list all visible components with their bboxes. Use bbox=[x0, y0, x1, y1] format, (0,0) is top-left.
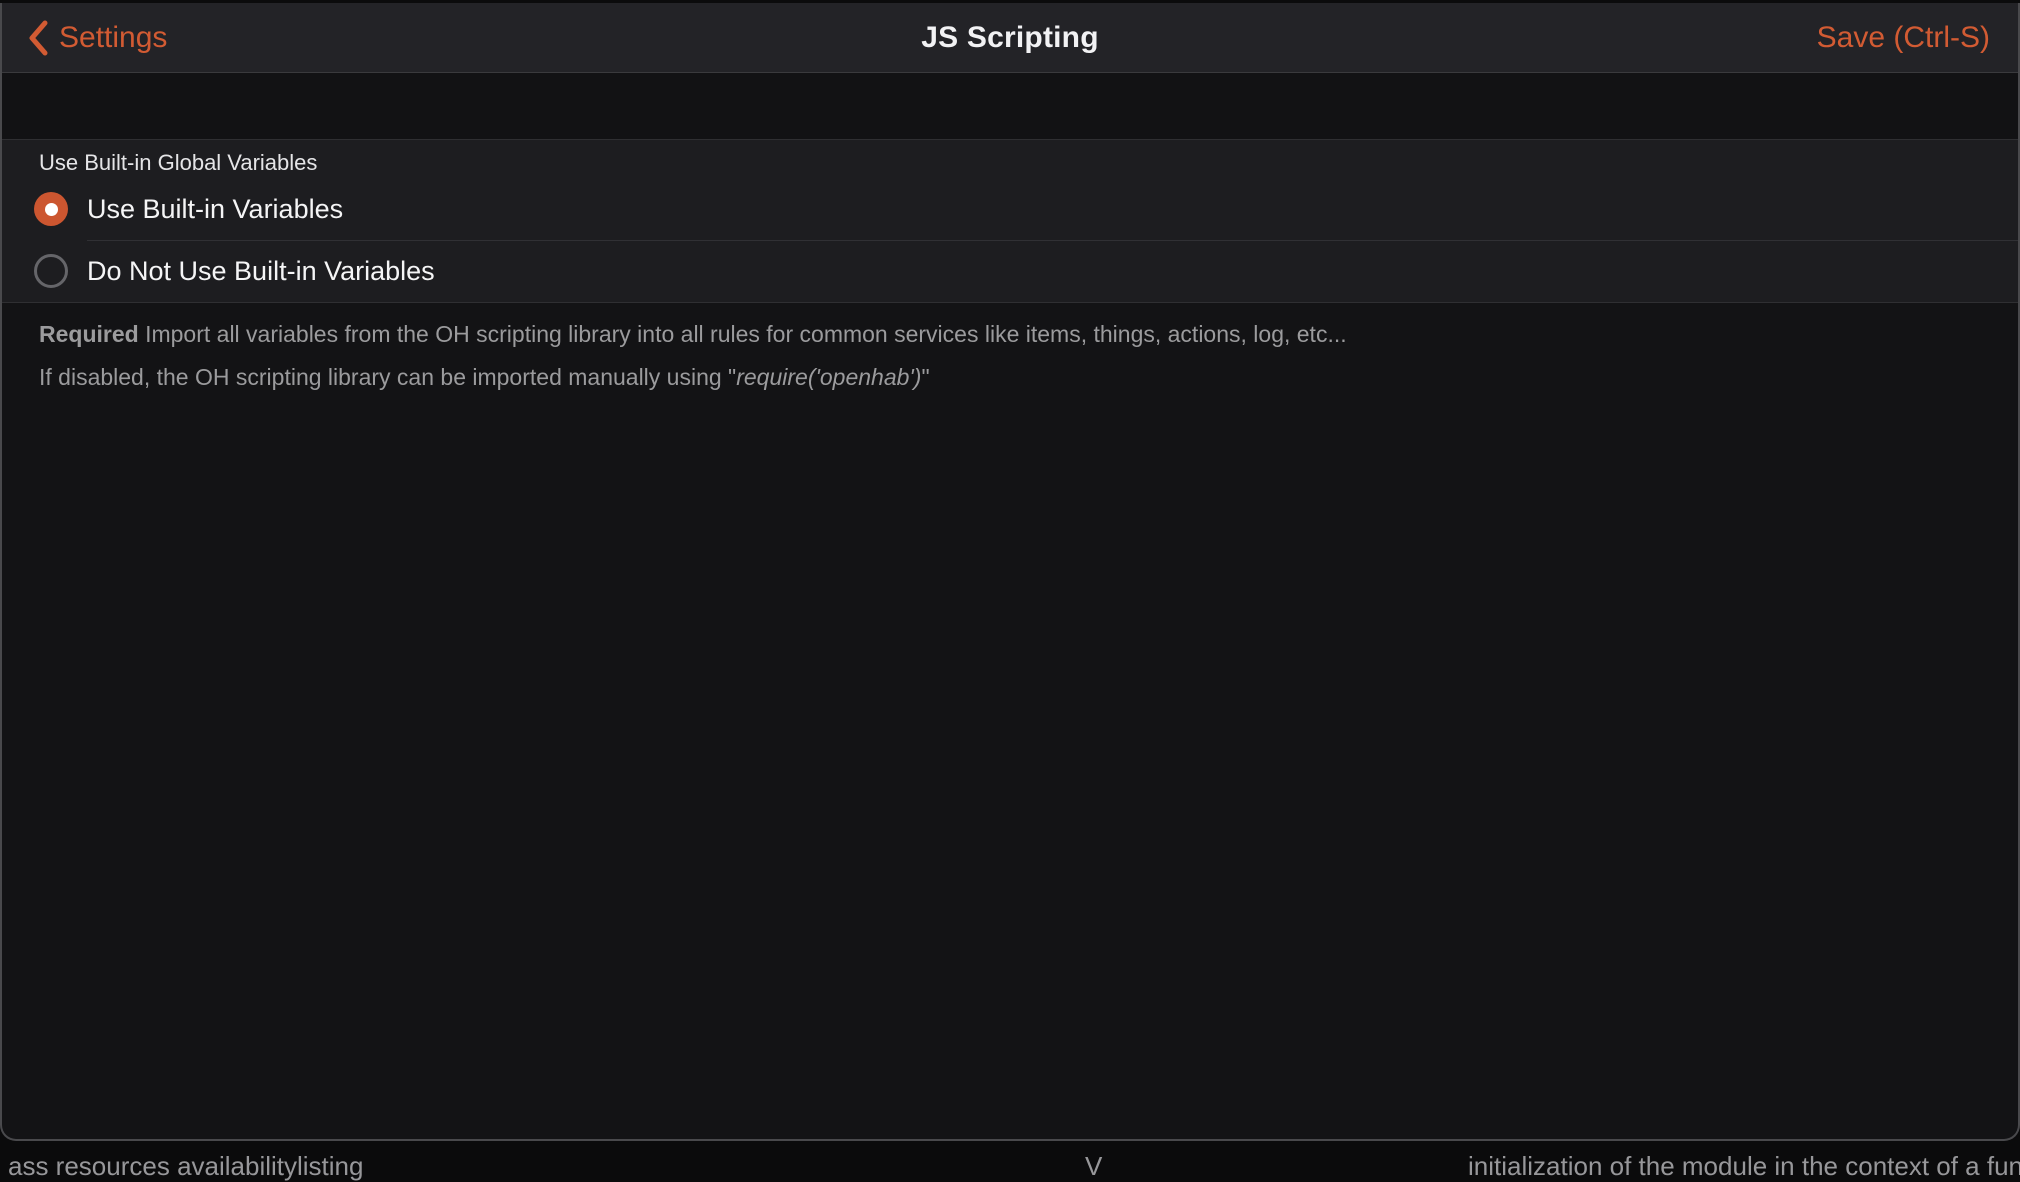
page-title: JS Scripting bbox=[921, 21, 1098, 55]
description-line-1: Required Import all variables from the O… bbox=[39, 313, 1978, 356]
option-label: Use Built-in Variables bbox=[87, 194, 343, 225]
option-group-label: Use Built-in Global Variables bbox=[2, 140, 2018, 178]
back-button-label: Settings bbox=[59, 21, 167, 55]
option-label: Do Not Use Built-in Variables bbox=[87, 256, 435, 287]
back-button[interactable]: Settings bbox=[27, 3, 167, 72]
save-button[interactable]: Save (Ctrl-S) bbox=[1817, 3, 1990, 72]
background-clipped-text-right: initialization of the module in the cont… bbox=[1468, 1151, 2020, 1182]
chevron-left-icon bbox=[27, 20, 49, 56]
global-variables-option-list: Use Built-in Global Variables Use Built-… bbox=[2, 139, 2018, 303]
js-scripting-settings-sheet: Settings JS Scripting Save (Ctrl-S) Use … bbox=[0, 3, 2020, 1141]
option-do-not-use-builtin-variables[interactable]: Do Not Use Built-in Variables bbox=[2, 240, 2018, 302]
background-clipped-text-mid: V bbox=[1085, 1151, 1102, 1182]
background-clipped-text-left: ass resources availabilitylisting bbox=[8, 1151, 363, 1182]
navbar: Settings JS Scripting Save (Ctrl-S) bbox=[2, 3, 2018, 73]
option-description: Required Import all variables from the O… bbox=[2, 303, 2018, 399]
radio-selected-icon bbox=[34, 192, 68, 226]
option-use-builtin-variables[interactable]: Use Built-in Variables bbox=[2, 178, 2018, 240]
radio-unselected-icon bbox=[34, 254, 68, 288]
description-line-2: If disabled, the OH scripting library ca… bbox=[39, 356, 1978, 399]
save-button-label: Save (Ctrl-S) bbox=[1817, 21, 1990, 55]
top-spacer bbox=[2, 73, 2018, 139]
